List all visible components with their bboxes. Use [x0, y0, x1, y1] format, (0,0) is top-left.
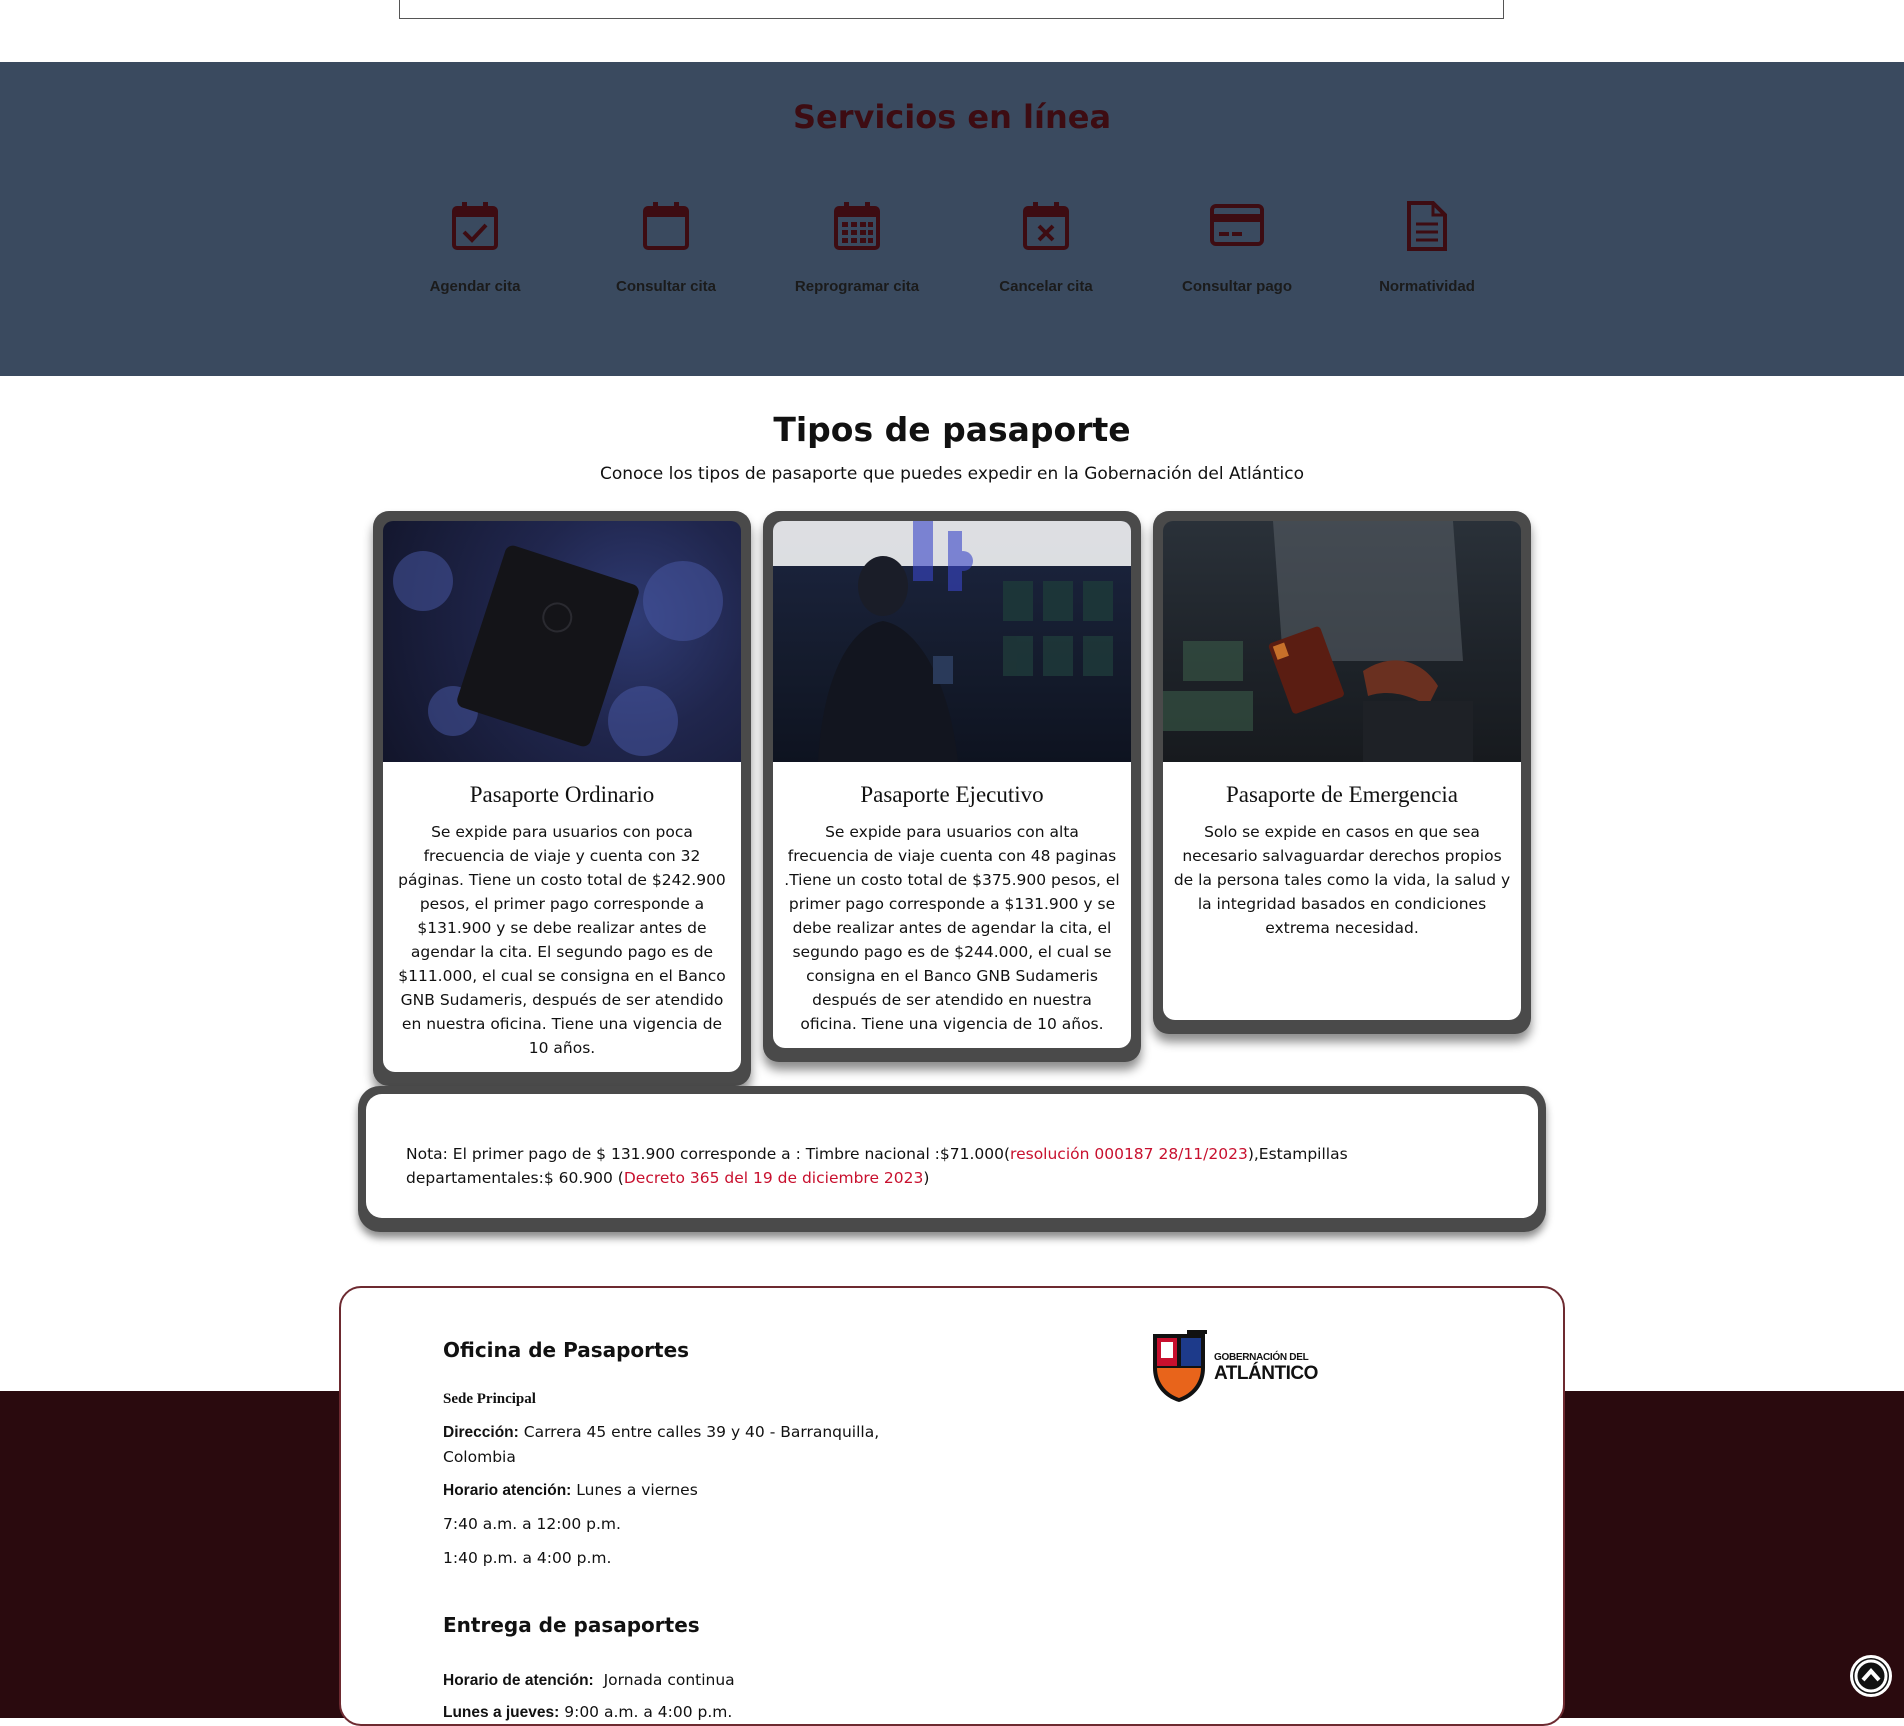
- service-reprogramar-cita[interactable]: Reprogramar cita: [762, 200, 952, 295]
- passport-card-ordinario: Pasaporte Ordinario Se expide para usuar…: [373, 511, 751, 1086]
- service-label: Consultar cita: [615, 278, 717, 295]
- decreto-link[interactable]: Decreto 365 del 19 de diciembre 2023: [624, 1169, 924, 1187]
- payment-note: Nota: El primer pago de $ 131.900 corres…: [358, 1086, 1546, 1232]
- service-agendar-cita[interactable]: Agendar cita: [380, 200, 570, 295]
- card-body: Pasaporte de Emergencia Solo se expide e…: [1163, 762, 1521, 1020]
- entrega-horario-label: Horario de atención:: [443, 1672, 594, 1689]
- office-sede: Sede Principal: [443, 1391, 536, 1407]
- service-consultar-pago[interactable]: Consultar pago: [1142, 200, 1332, 295]
- entrega-dias: Lunes a jueves: 9:00 a.m. a 4:00 p.m.: [443, 1700, 923, 1725]
- types-title: Tipos de pasaporte: [773, 410, 1131, 449]
- card-title: Pasaporte Ordinario: [469, 782, 655, 807]
- logo-text: GOBERNACIÓN DEL: [1214, 1352, 1309, 1363]
- calendar-icon: [571, 200, 761, 252]
- shield-icon: [1153, 1330, 1207, 1402]
- gobernacion-logo: GOBERNACIÓN DEL ATLÁNTICO: [1147, 1328, 1337, 1408]
- logo-text: ATLÁNTICO: [1214, 1363, 1318, 1384]
- passport-card-emergencia: Pasaporte de Emergencia Solo se expide e…: [1153, 511, 1531, 1034]
- office-horario: Horario atención: Lunes a viernes: [443, 1478, 923, 1503]
- chevron-up-icon: [1854, 1659, 1888, 1693]
- entrega-dias-value: 9:00 a.m. a 4:00 p.m.: [564, 1703, 733, 1721]
- card-body: Pasaporte Ejecutivo Se expide para usuar…: [773, 762, 1131, 1048]
- resolucion-link[interactable]: resolución 000187 28/11/2023: [1010, 1145, 1248, 1163]
- entrega-title: Entrega de pasaportes: [443, 1613, 700, 1637]
- horario-value: Lunes a viernes: [576, 1481, 698, 1499]
- service-cancelar-cita[interactable]: Cancelar cita: [951, 200, 1141, 295]
- horario-label: Horario atención:: [443, 1482, 572, 1499]
- direccion-label: Dirección:: [443, 1424, 519, 1441]
- service-label: Normatividad: [1379, 278, 1475, 295]
- note-suffix: ): [923, 1169, 930, 1187]
- calendar-check-icon: [380, 200, 570, 252]
- traveler-photo-image: [1163, 521, 1521, 762]
- entrega-horario-value: Jornada continua: [603, 1671, 735, 1689]
- office-turno-2: 1:40 p.m. a 4:00 p.m.: [443, 1549, 612, 1567]
- office-title: Oficina de Pasaportes: [443, 1338, 690, 1362]
- service-consultar-cita[interactable]: Consultar cita: [571, 200, 761, 295]
- service-label: Consultar pago: [1181, 278, 1292, 295]
- calendar-x-icon: [951, 200, 1141, 252]
- passport-card-ejecutivo: Pasaporte Ejecutivo Se expide para usuar…: [763, 511, 1141, 1062]
- service-label: Agendar cita: [429, 278, 521, 295]
- card-title: Pasaporte de Emergencia: [1225, 782, 1459, 807]
- scroll-to-top-button[interactable]: [1850, 1655, 1892, 1697]
- note-prefix: Nota: El primer pago de $ 131.900 corres…: [406, 1145, 1011, 1163]
- service-normatividad[interactable]: Normatividad: [1332, 200, 1522, 295]
- entrega-horario: Horario de atención: Jornada continua: [443, 1668, 923, 1693]
- businessman-photo-image: [773, 521, 1131, 762]
- services-section: Servicios en línea Agendar cita Consulta…: [0, 62, 1904, 376]
- calendar-grid-icon: [762, 200, 952, 252]
- entrega-dias-label: Lunes a jueves:: [443, 1704, 560, 1721]
- document-icon: [1332, 200, 1522, 252]
- services-title: Servicios en línea: [792, 98, 1112, 136]
- credit-card-icon: [1142, 200, 1332, 252]
- card-title: Pasaporte Ejecutivo: [860, 782, 1044, 807]
- top-input-box: [399, 0, 1504, 19]
- service-label: Reprogramar cita: [794, 278, 920, 295]
- service-label: Cancelar cita: [999, 278, 1093, 295]
- card-text: Solo se expide en casos en que sea neces…: [1173, 823, 1511, 937]
- card-text: Se expide para usuarios con poca frecuen…: [398, 823, 726, 1057]
- office-turno-1: 7:40 a.m. a 12:00 p.m.: [443, 1515, 621, 1533]
- office-info-card: Oficina de Pasaportes Sede Principal Dir…: [339, 1286, 1565, 1726]
- office-direccion: Dirección: Carrera 45 entre calles 39 y …: [443, 1420, 923, 1469]
- note-text: Nota: El primer pago de $ 131.900 corres…: [366, 1094, 1538, 1218]
- passport-photo-image: [383, 521, 741, 762]
- card-text: Se expide para usuarios con alta frecuen…: [784, 823, 1120, 1033]
- types-subtitle: Conoce los tipos de pasaporte que puedes…: [599, 464, 1305, 484]
- card-body: Pasaporte Ordinario Se expide para usuar…: [383, 762, 741, 1072]
